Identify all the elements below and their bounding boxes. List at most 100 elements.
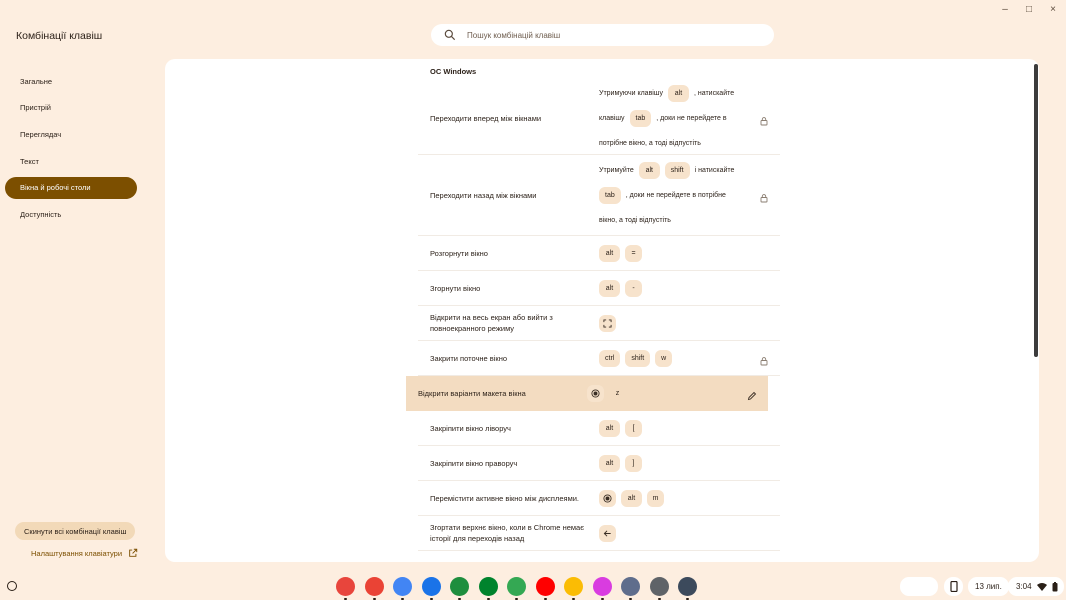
sidebar-nav: Загальне Пристрій Переглядач Текст Вікна… [5,70,137,230]
key-tab: tab [629,109,652,127]
date-tray[interactable]: 13 лип. [968,577,1009,596]
shortcut-instruction-text: , доки не перейдете в потрібне [625,191,726,199]
shortcut-keys [599,314,621,332]
key--: - [625,279,642,297]
shortcut-list: Переходити вперед між вікнами Утримуючи к… [406,82,780,551]
phone-hub-button[interactable] [944,577,963,596]
diagnostics-icon[interactable] [678,577,697,600]
sidebar-item-windows-desks[interactable]: Вікна й робочі столи [5,176,137,199]
shortcut-description: Відкрити на весь екран або вийти з повно… [430,313,553,333]
sidebar-item-text[interactable]: Текст [5,150,137,172]
shortcut-row[interactable]: Згорнути вікно alt - [418,271,780,306]
photos-icon[interactable] [564,577,583,600]
shortcut-row[interactable]: Переходити назад між вікнами Утримуйте alt… [418,155,780,236]
launcher-icon[interactable] [7,581,17,591]
play-store-icon[interactable] [507,577,526,600]
search-input[interactable] [467,30,747,40]
back-arrow-icon [599,524,616,542]
key-=: = [625,244,642,262]
key-ctrl: ctrl [599,349,621,367]
shortcut-instruction-text: потрібне вікно, а тоді відпустіть [599,139,701,147]
close-icon[interactable]: × [1048,4,1058,15]
meet-icon[interactable] [478,577,498,600]
sidebar-item-label: Загальне [20,76,53,86]
search-bar[interactable] [431,24,774,46]
shortcut-description: Переходити вперед між вікнами [430,113,542,123]
keyboard-settings-link[interactable]: Налаштування клавіатури [31,548,138,558]
open-external-icon [129,548,138,557]
key-alt: alt [667,84,689,102]
sidebar-item-label: Доступність [20,209,62,219]
shortcut-description: Перемістити активне вікно між дисплеями. [430,493,580,503]
shortcut-keys: z [587,384,631,402]
lock-icon [759,353,769,366]
shortcut-instruction-text: Утримуючи клавішу [599,89,663,97]
shortcut-keys: Утримуючи клавішу alt , натискайте клавішу t… [599,83,759,154]
holding-space-tray[interactable] [900,577,938,596]
shortcut-keys: alt = [599,244,647,262]
key-alt: alt [638,161,660,179]
shortcut-row[interactable]: Згортати верхнє вікно, коли в Chrome нем… [418,516,780,551]
gmail-icon[interactable] [364,577,384,600]
section-title: ОС Windows [430,67,477,76]
key-z: z [615,389,620,397]
sidebar-item-device[interactable]: Пристрій [5,97,137,119]
sidebar-item-general[interactable]: Загальне [5,70,137,92]
shortcut-row[interactable]: Закріпити вікно праворуч alt] [418,446,780,481]
shortcut-instruction-text: і натискайте [694,166,735,174]
shortcut-row[interactable]: Переходити вперед між вікнами Утримуючи к… [418,82,780,155]
shortcut-keys: alt - [599,279,647,297]
reset-all-shortcuts-button[interactable]: Скинути всі комбінації клавіш [15,522,136,540]
shortcut-row[interactable]: Закрити поточне вікно ctrl shift w [418,341,780,376]
shortcut-row[interactable]: Відкрити варіанти макета вікна z [406,376,768,411]
shortcut-instruction-text: , натискайте [693,89,735,97]
shelf-apps [336,577,697,600]
files-icon[interactable] [421,577,441,600]
settings-app-icon[interactable] [649,577,669,600]
chat-icon[interactable] [450,577,469,600]
docs-icon[interactable] [393,577,412,600]
shortcut-keys: ctrl shift w [599,349,677,367]
key-w: w [655,349,673,367]
screencast-icon[interactable] [592,577,612,600]
shortcut-keys: alt] [599,454,647,472]
status-tray[interactable]: 3:04 [1008,577,1064,596]
lock-icon [759,190,769,203]
shortcut-instruction-text: клавішу [599,114,625,122]
launcher-key-icon [587,384,604,402]
battery-icon [1052,581,1058,591]
lock-icon [759,113,769,126]
key-]: ] [625,454,642,472]
shortcut-description: Згортати верхнє вікно, коли в Chrome нем… [430,523,585,543]
scrollbar[interactable] [1034,64,1038,357]
shortcut-keys: Утримуйте alt shift і натискайте tab , доки н… [599,160,759,231]
shortcut-description: Розгорнути вікно [430,248,488,258]
shortcut-row[interactable]: Відкрити на весь екран або вийти з повно… [418,306,780,341]
shortcut-description: Закріпити вікно праворуч [430,458,518,468]
pencil-icon[interactable] [747,388,757,401]
shortcut-description: Відкрити варіанти макета вікна [418,388,526,398]
key-shift: shift [625,349,651,367]
shortcut-instruction-text: Утримуйте [599,166,634,174]
sidebar-item-accessibility[interactable]: Доступність [5,203,137,225]
search-icon [444,29,456,41]
shortcut-row[interactable]: Перемістити активне вікно між дисплеями.… [418,481,780,516]
key-tab: tab [599,186,621,204]
maximize-icon[interactable]: □ [1024,4,1034,15]
minimize-icon[interactable]: – [1000,4,1010,15]
window-controls: – □ × [1000,4,1058,15]
app-title: Комбінації клавіш [16,30,103,42]
sidebar-item-label: Пристрій [20,103,51,113]
sidebar-item-label: Текст [20,156,39,166]
shortcut-instruction-text: , доки не перейдете в [656,114,727,122]
chrome-icon[interactable] [336,577,355,600]
shortcut-row[interactable]: Закріпити вікно ліворуч alt [ [418,411,780,446]
shortcut-description: Згорнути вікно [430,283,481,293]
shortcut-instruction-text: вікно, а тоді відпустіть [599,216,671,224]
camera-app-icon[interactable] [621,577,640,600]
sidebar-item-browser[interactable]: Переглядач [5,123,137,145]
youtube-icon[interactable] [535,577,555,600]
shortcut-row[interactable]: Розгорнути вікно alt = [418,236,780,271]
launcher-key-icon [599,489,616,507]
shortcut-keys [599,524,621,542]
